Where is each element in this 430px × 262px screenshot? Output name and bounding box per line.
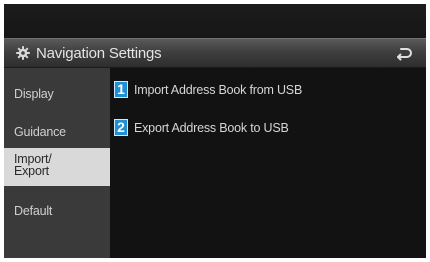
- sidebar-item-label: Display: [14, 87, 54, 101]
- page-title: Navigation Settings: [36, 45, 162, 62]
- sidebar-item-guidance[interactable]: Guidance: [4, 114, 110, 150]
- sidebar-item-label: Import/ Export: [14, 152, 52, 178]
- sidebar-item-label: Default: [14, 204, 53, 218]
- sidebar-item-label: Guidance: [14, 125, 66, 139]
- number-badge: 2: [114, 119, 128, 136]
- navigation-screen: Navigation Settings Display Guidance Imp…: [4, 4, 426, 258]
- import-address-book-option[interactable]: 1 Import Address Book from USB: [110, 76, 426, 104]
- option-label: Import Address Book from USB: [134, 83, 303, 97]
- export-address-book-option[interactable]: 2 Export Address Book to USB: [110, 114, 426, 142]
- sidebar-item-display[interactable]: Display: [4, 76, 110, 112]
- sidebar: Display Guidance Import/ Export Default: [4, 68, 112, 258]
- gear-icon: [16, 46, 30, 60]
- back-arrow-icon: [397, 48, 412, 61]
- sidebar-item-default[interactable]: Default: [4, 194, 110, 230]
- option-label: Export Address Book to USB: [134, 121, 289, 135]
- settings-content: 1 Import Address Book from USB 2 Export …: [110, 68, 426, 258]
- top-status-band: [4, 4, 426, 38]
- back-button[interactable]: [392, 44, 416, 64]
- title-bar: Navigation Settings: [4, 38, 426, 68]
- number-badge: 1: [114, 81, 128, 98]
- sidebar-item-import-export[interactable]: Import/ Export: [4, 148, 112, 186]
